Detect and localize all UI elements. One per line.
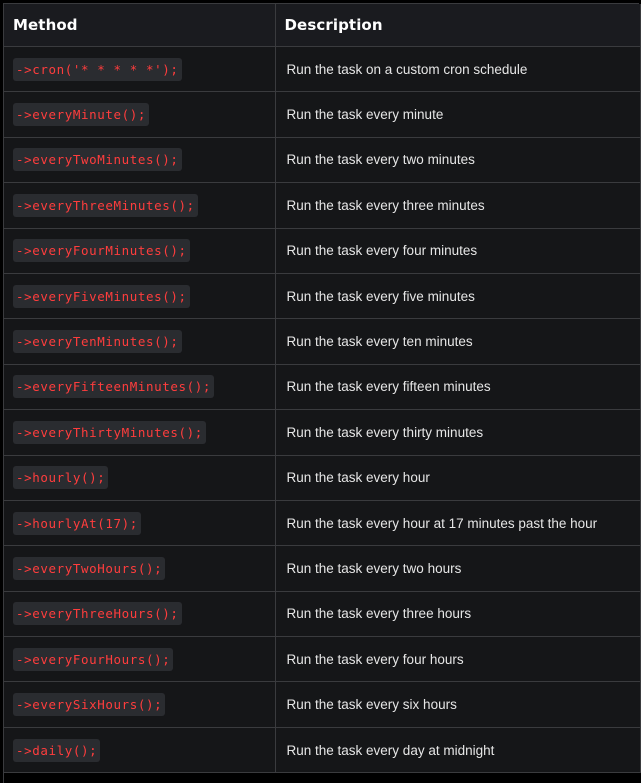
table-row: ->hourly(); Run the task every hour bbox=[4, 455, 641, 501]
table-row: ->everyMinute(); Run the task every minu… bbox=[4, 91, 641, 138]
method-cell: ->everyThreeMinutes(); bbox=[4, 182, 276, 229]
method-cell: ->everyThirtyMinutes(); bbox=[4, 409, 276, 456]
method-code: ->daily(); bbox=[13, 738, 101, 762]
description-column-header: Description bbox=[275, 4, 641, 47]
method-cell: ->daily(); bbox=[4, 727, 276, 774]
description-cell: Run the task every day at midnight bbox=[275, 727, 641, 774]
description-cell: Run the task every ten minutes bbox=[275, 318, 641, 365]
description-cell: Run the task every fifteen minutes bbox=[275, 364, 641, 411]
description-cell: Run the task every four hours bbox=[275, 636, 641, 683]
description-cell: Run the task every five minutes bbox=[275, 273, 641, 320]
description-cell: Run the task every six hours bbox=[275, 681, 641, 728]
table-row: ->hourlyAt(17); Run the task every hour … bbox=[4, 500, 641, 547]
table-row: ->everyTenMinutes(); Run the task every … bbox=[4, 318, 641, 365]
method-cell: ->everyMinute(); bbox=[4, 91, 276, 138]
description-cell: Run the task every hour bbox=[275, 455, 641, 501]
method-code: ->everyTenMinutes(); bbox=[13, 330, 182, 354]
method-column-header: Method bbox=[4, 4, 276, 47]
table-row: ->everyFourHours(); Run the task every f… bbox=[4, 636, 641, 683]
method-code: ->cron('* * * * *'); bbox=[13, 57, 182, 81]
method-cell: ->everyFiveMinutes(); bbox=[4, 273, 276, 320]
method-cell: ->everyTwoHours(); bbox=[4, 545, 276, 592]
description-cell: Run the task every two hours bbox=[275, 545, 641, 592]
table-row: ->everySixHours(); Run the task every si… bbox=[4, 681, 641, 728]
table-header-row: Method Description bbox=[4, 4, 641, 47]
method-cell: ->everyThreeHours(); bbox=[4, 591, 276, 638]
table-row: ->everyFiveMinutes(); Run the task every… bbox=[4, 273, 641, 320]
table-row: ->everyTwoHours(); Run the task every tw… bbox=[4, 545, 641, 592]
description-cell: Run the task every thirty minutes bbox=[275, 409, 641, 456]
method-code: ->everyFourMinutes(); bbox=[13, 239, 190, 263]
method-code: ->everySixHours(); bbox=[13, 693, 166, 717]
description-cell: Run the task every four minutes bbox=[275, 228, 641, 274]
method-code: ->everyFourHours(); bbox=[13, 647, 174, 671]
table-row: ->everyFifteenMinutes(); Run the task ev… bbox=[4, 364, 641, 411]
table-row: ->everyThreeMinutes(); Run the task ever… bbox=[4, 182, 641, 229]
description-cell: Run the task every three hours bbox=[275, 591, 641, 638]
method-cell: ->everyFourMinutes(); bbox=[4, 228, 276, 274]
method-cell: ->cron('* * * * *'); bbox=[4, 46, 276, 93]
method-code: ->everyThirtyMinutes(); bbox=[13, 420, 206, 444]
method-cell: ->everyFifteenMinutes(); bbox=[4, 364, 276, 411]
table-row: ->cron('* * * * *'); Run the task on a c… bbox=[4, 46, 641, 93]
method-code: ->everyTwoHours(); bbox=[13, 556, 166, 580]
table-row: ->everyThreeHours(); Run the task every … bbox=[4, 591, 641, 638]
method-cell: ->hourly(); bbox=[4, 455, 276, 501]
method-cell: ->everySixHours(); bbox=[4, 681, 276, 728]
method-code: ->everyThreeMinutes(); bbox=[13, 193, 198, 217]
table-row: ->everyThirtyMinutes(); Run the task eve… bbox=[4, 409, 641, 456]
table-row: ->everyFourMinutes(); Run the task every… bbox=[4, 228, 641, 274]
method-cell: ->everyTenMinutes(); bbox=[4, 318, 276, 365]
table-row: ->daily(); Run the task every day at mid… bbox=[4, 727, 641, 774]
description-cell: Run the task on a custom cron schedule bbox=[275, 46, 641, 93]
method-cell: ->everyTwoMinutes(); bbox=[4, 137, 276, 184]
method-code: ->hourly(); bbox=[13, 466, 109, 490]
method-code: ->hourlyAt(17); bbox=[13, 511, 141, 535]
schedule-frequency-table-container: Method Description ->cron('* * * * *'); … bbox=[3, 3, 641, 783]
method-code: ->everyFiveMinutes(); bbox=[13, 284, 190, 308]
method-code: ->everyMinute(); bbox=[13, 103, 150, 127]
method-cell: ->hourlyAt(17); bbox=[4, 500, 276, 547]
method-code: ->everyTwoMinutes(); bbox=[13, 148, 182, 172]
description-cell: Run the task every three minutes bbox=[275, 182, 641, 229]
description-cell: Run the task every minute bbox=[275, 91, 641, 138]
method-code: ->everyThreeHours(); bbox=[13, 602, 182, 626]
table-row: ->everyTwoMinutes(); Run the task every … bbox=[4, 137, 641, 184]
method-cell: ->everyFourHours(); bbox=[4, 636, 276, 683]
schedule-frequency-table: Method Description ->cron('* * * * *'); … bbox=[4, 4, 641, 774]
description-cell: Run the task every hour at 17 minutes pa… bbox=[275, 500, 641, 547]
description-cell: Run the task every two minutes bbox=[275, 137, 641, 184]
method-code: ->everyFifteenMinutes(); bbox=[13, 375, 215, 399]
